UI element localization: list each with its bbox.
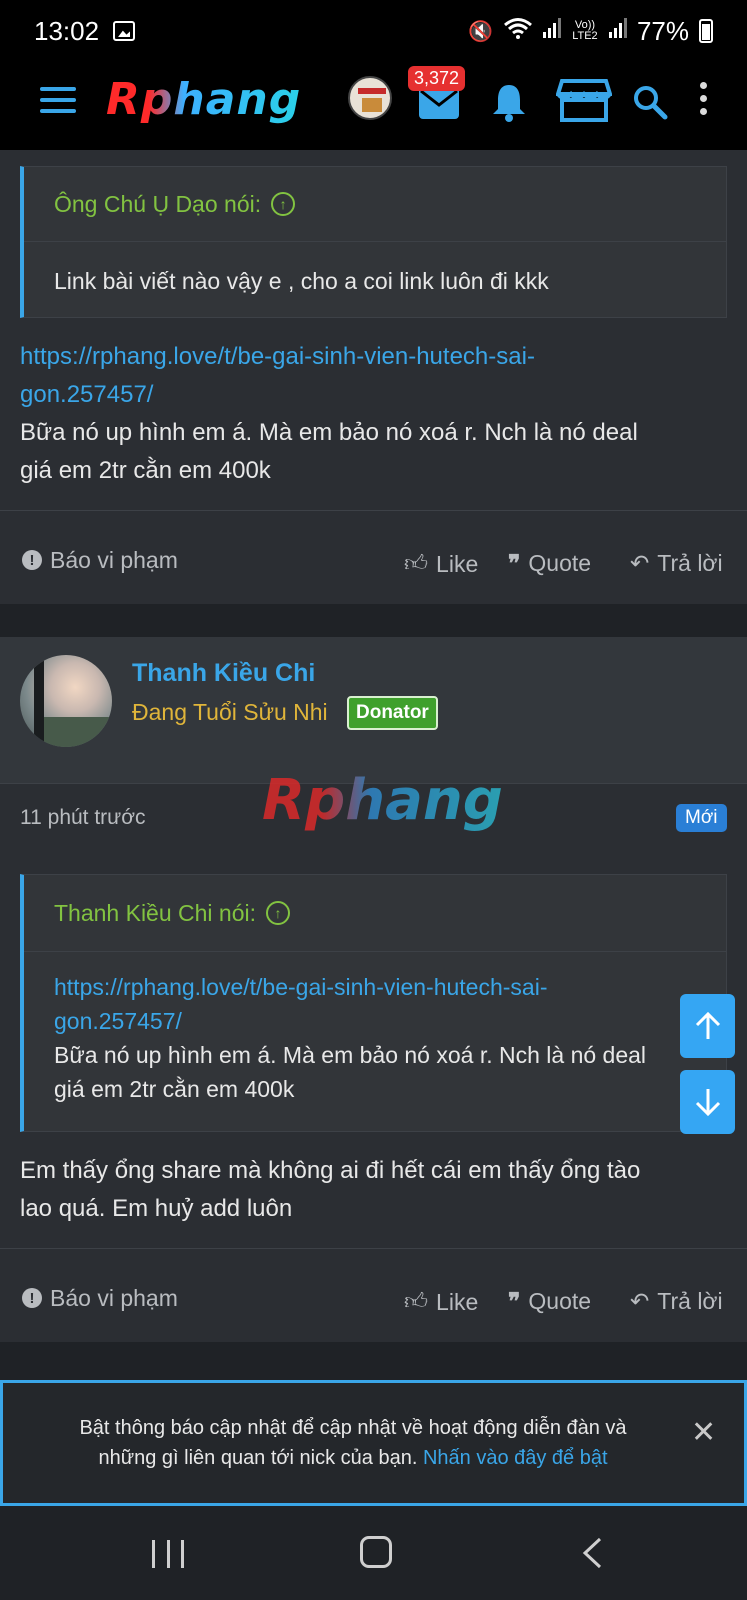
close-icon[interactable]: ✕ (691, 1415, 716, 1450)
thumbs-up-icon: 👍︎ (404, 550, 429, 576)
status-bar: 13:02 🔇 Vo)) LTE2 77% (0, 0, 747, 62)
notification-line-1: Bật thông báo cập nhật để cập nhật về ho… (79, 1417, 627, 1439)
reply-label: Trả lời (657, 550, 723, 576)
quote-header: Ông Chú Ụ Dạo nói: ↑ (24, 167, 726, 241)
more-icon[interactable] (700, 82, 710, 122)
divider (0, 1248, 747, 1249)
home-button[interactable] (360, 1536, 392, 1568)
avatar[interactable] (20, 655, 112, 747)
post-2-user-header: Thanh Kiều Chi Đang Tuổi Sửu Nhi Donator (0, 637, 747, 783)
donator-badge: Donator (347, 696, 438, 730)
store-icon[interactable] (555, 78, 613, 122)
gallery-notification-icon (113, 21, 136, 41)
mute-icon: 🔇 (468, 20, 493, 43)
reply-button[interactable]: ↶ Trả lời (630, 1288, 723, 1315)
like-button[interactable]: 👍︎ Like (404, 550, 478, 578)
signal-icon-2 (608, 18, 627, 44)
report-button[interactable]: ! Báo vi phạm (22, 547, 178, 574)
notification-line-2: những gì liên quan tới nick của bạn. (98, 1447, 418, 1469)
system-nav-bar (0, 1508, 747, 1600)
reply-icon: ↶ (630, 550, 650, 576)
enable-notifications-link[interactable]: Nhấn vào đây để bật (423, 1447, 608, 1469)
thread-link[interactable]: https://rphang.love/t/be-gai-sinh-vien-h… (20, 343, 535, 408)
like-button[interactable]: 👍︎ Like (404, 1288, 478, 1316)
scroll-down-button[interactable] (680, 1070, 735, 1134)
arrow-up-icon (695, 1011, 720, 1039)
post-timestamp[interactable]: 11 phút trước (20, 806, 146, 830)
battery-percent: 77% (636, 15, 689, 46)
post-1-message-line-1: Bữa nó up hình em á. Mà em bảo nó xoá r.… (20, 419, 638, 446)
reply-label: Trả lời (657, 1288, 723, 1314)
lte-label: Vo)) LTE2 (572, 19, 598, 42)
battery-icon (699, 19, 713, 43)
new-badge: Mới (676, 804, 727, 832)
post-1-actions: ! Báo vi phạm 👍︎ Like ❞ Quote ↶ Trả lời (0, 515, 747, 605)
thumbs-up-icon: 👍︎ (404, 1288, 429, 1314)
quote-text-line-2: giá em 2tr cằn em 400k (54, 1076, 295, 1102)
quote-button[interactable]: ❞ Quote (508, 1288, 591, 1315)
quote-body: https://rphang.love/t/be-gai-sinh-vien-h… (24, 952, 726, 1106)
report-label: Báo vi phạm (50, 546, 178, 573)
search-icon[interactable] (632, 84, 668, 120)
quote-label: Quote (528, 550, 592, 576)
quote-label: Quote (528, 1288, 592, 1314)
post-1-quote: Ông Chú Ụ Dạo nói: ↑ Link bài viết nào v… (20, 166, 727, 318)
quote-icon: ❞ (508, 550, 521, 576)
back-button[interactable] (580, 1536, 604, 1570)
post-2-content: Em thấy ổng share mà không ai đi hết cái… (20, 1152, 727, 1228)
jump-to-quote-icon[interactable]: ↑ (266, 901, 291, 925)
bell-icon[interactable] (490, 82, 528, 122)
user-title: Đang Tuổi Sửu Nhi (132, 699, 328, 725)
site-logo[interactable]: Rphang (106, 74, 301, 125)
push-notification-banner: Bật thông báo cập nhật để cập nhật về ho… (0, 1380, 747, 1506)
inbox-icon[interactable] (418, 86, 460, 120)
post-2-message-line-2: lao quá. Em huỷ add luôn (20, 1195, 293, 1222)
username[interactable]: Thanh Kiều Chi (132, 659, 315, 688)
post-2-actions: ! Báo vi phạm 👍︎ Like ❞ Quote ↶ Trả lời (0, 1253, 747, 1343)
quoted-thread-link[interactable]: https://rphang.love/t/be-gai-sinh-vien-h… (54, 974, 547, 1034)
post-2-quote: Thanh Kiều Chi nói: ↑ https://rphang.lov… (20, 874, 727, 1132)
reply-button[interactable]: ↶ Trả lời (630, 550, 723, 577)
status-time: 13:02 (34, 15, 100, 46)
app-header: Rphang 3,372 (0, 62, 747, 150)
inbox-count-badge: 3,372 (408, 66, 466, 91)
report-label: Báo vi phạm (50, 1284, 178, 1311)
recent-apps-button[interactable] (152, 1540, 184, 1568)
post-1-message-line-2: giá em 2tr cằn em 400k (20, 457, 271, 484)
quote-icon: ❞ (508, 1288, 521, 1314)
quote-header: Thanh Kiều Chi nói: ↑ (24, 875, 726, 951)
notification-text: Bật thông báo cập nhật để cập nhật về ho… (43, 1413, 663, 1473)
watermark-logo: Rphang (262, 768, 503, 833)
quote-text-line-1: Bữa nó up hình em á. Mà em bảo nó xoá r.… (54, 1042, 647, 1068)
divider (0, 510, 747, 511)
reply-icon: ↶ (630, 1288, 650, 1314)
post-2-message-line-1: Em thấy ổng share mà không ai đi hết cái… (20, 1157, 641, 1184)
alert-icon: ! (22, 1288, 42, 1308)
report-button[interactable]: ! Báo vi phạm (22, 1285, 178, 1312)
quote-author[interactable]: Thanh Kiều Chi nói: (54, 900, 256, 927)
arrow-down-icon (695, 1089, 720, 1117)
user-avatar-button[interactable] (348, 76, 392, 120)
scroll-up-button[interactable] (680, 994, 735, 1058)
like-label: Like (436, 550, 479, 577)
post-1-content: https://rphang.love/t/be-gai-sinh-vien-h… (20, 338, 727, 490)
alert-icon: ! (22, 550, 42, 570)
like-label: Like (436, 1288, 479, 1315)
quote-text: Link bài viết nào vậy e , cho a coi link… (54, 268, 549, 294)
jump-to-quote-icon[interactable]: ↑ (271, 192, 296, 216)
signal-icon (542, 18, 561, 44)
menu-icon[interactable] (40, 87, 76, 117)
quote-author[interactable]: Ông Chú Ụ Dạo nói: (54, 191, 261, 218)
wifi-icon (503, 17, 533, 45)
quote-button[interactable]: ❞ Quote (508, 550, 591, 577)
